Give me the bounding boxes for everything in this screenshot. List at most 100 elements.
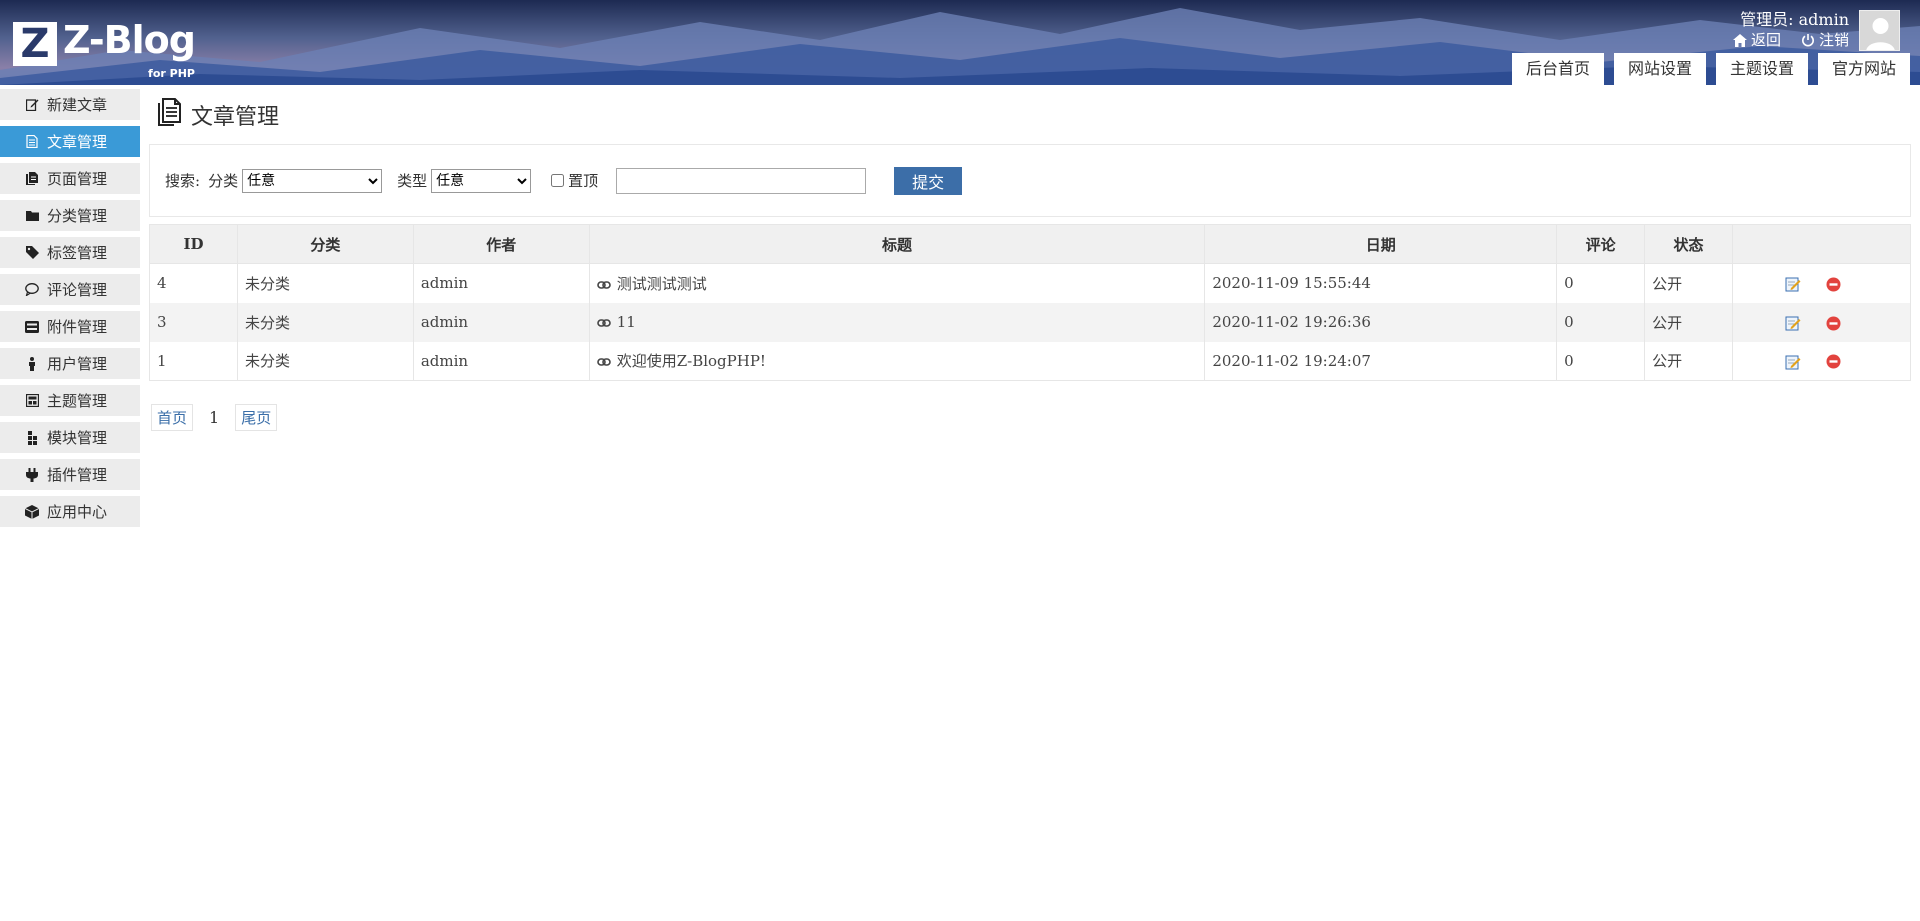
cell-status: 公开 (1644, 302, 1733, 342)
cell-id: 4 (149, 263, 238, 303)
delete-icon (1826, 316, 1841, 330)
sidebar-item-page-manage[interactable]: 页面管理 (0, 163, 140, 194)
cell-actions (1732, 341, 1911, 381)
header-title[interactable]: 标题 (588, 224, 1206, 264)
article-manage-icon (155, 98, 181, 132)
edit-button[interactable] (1785, 315, 1801, 331)
cell-id: 1 (149, 341, 238, 381)
theme-icon (25, 394, 39, 408)
zblog-logo[interactable]: Z Z-Blog for PHP (13, 21, 196, 80)
sidebar-item-label: 主题管理 (47, 392, 108, 410)
cell-status: 公开 (1644, 263, 1733, 303)
header-status[interactable]: 状态 (1644, 224, 1733, 264)
sidebar-item-category-manage[interactable]: 分类管理 (0, 200, 140, 231)
first-page-link[interactable]: 首页 (151, 404, 194, 431)
last-page-link[interactable]: 尾页 (235, 404, 278, 431)
article-table: ID 分类 作者 标题 日期 评论 状态 4 未分类 admin 测试测试测试 … (149, 224, 1911, 381)
user-icon (25, 356, 39, 371)
sidebar-item-comment-manage[interactable]: 评论管理 (0, 274, 140, 305)
sidebar-item-new-article[interactable]: 新建文章 (0, 89, 140, 120)
category-select[interactable]: 任意 (242, 168, 383, 193)
back-link[interactable]: 返回 (1732, 30, 1781, 50)
comment-icon (25, 283, 39, 297)
sidebar-item-label: 分类管理 (47, 207, 108, 225)
page-title-text: 文章管理 (191, 105, 280, 130)
table-row: 3 未分类 admin 11 2020-11-02 19:26:36 0 公开 (149, 302, 1911, 342)
cell-id: 3 (149, 302, 238, 342)
edit-icon (25, 98, 39, 112)
back-label: 返回 (1750, 31, 1781, 49)
cell-title: 欢迎使用Z-BlogPHP! (588, 341, 1206, 381)
cell-comments: 0 (1556, 302, 1646, 342)
sidebar-item-theme-manage[interactable]: 主题管理 (0, 385, 140, 416)
link-icon[interactable] (596, 280, 611, 289)
module-icon (25, 430, 39, 445)
sidebar-item-label: 附件管理 (47, 318, 108, 336)
tab-theme-settings[interactable]: 主题设置 (1715, 53, 1808, 85)
cell-author: admin (412, 341, 590, 381)
tab-site-settings[interactable]: 网站设置 (1613, 53, 1706, 85)
current-page: 1 (209, 408, 220, 427)
sticky-checkbox[interactable] (551, 174, 565, 187)
article-title-link[interactable]: 测试测试测试 (617, 275, 707, 293)
avatar[interactable] (1859, 10, 1900, 51)
article-icon (25, 135, 39, 149)
link-icon[interactable] (596, 358, 611, 367)
category-label: 分类 (208, 172, 239, 190)
type-select[interactable]: 任意 (431, 168, 532, 193)
search-label: 搜索: (165, 172, 201, 190)
logout-link[interactable]: 注销 (1801, 30, 1849, 50)
sidebar-item-article-manage[interactable]: 文章管理 (0, 126, 140, 157)
edit-button[interactable] (1785, 354, 1801, 370)
article-title-link[interactable]: 11 (617, 313, 636, 331)
cell-actions (1732, 302, 1911, 342)
pagination: 首页 1 尾页 (151, 404, 278, 431)
page-icon (25, 172, 39, 186)
header-comments[interactable]: 评论 (1556, 224, 1646, 264)
submit-button[interactable]: 提交 (894, 166, 963, 195)
sidebar-item-label: 插件管理 (47, 466, 108, 484)
page-title: 文章管理 (149, 85, 1911, 145)
header-category[interactable]: 分类 (236, 224, 414, 264)
header-actions (1732, 224, 1911, 264)
cell-category: 未分类 (236, 263, 414, 303)
plugin-icon (25, 467, 39, 482)
top-nav: 后台首页 网站设置 主题设置 官方网站 (1511, 53, 1910, 85)
cell-date: 2020-11-02 19:24:07 (1204, 341, 1558, 381)
logo-subtitle: for PHP (148, 67, 195, 80)
folder-icon (25, 209, 39, 223)
sidebar-item-app-center[interactable]: 应用中心 (0, 496, 140, 527)
cell-status: 公开 (1644, 341, 1733, 381)
edit-button[interactable] (1785, 276, 1801, 292)
logo-text: Z-Blog for PHP (63, 21, 196, 80)
header-date[interactable]: 日期 (1204, 224, 1558, 264)
sidebar-item-label: 模块管理 (47, 429, 108, 447)
cell-comments: 0 (1556, 341, 1646, 381)
delete-button[interactable] (1826, 354, 1841, 369)
delete-button[interactable] (1826, 277, 1841, 292)
header-id[interactable]: ID (149, 224, 238, 264)
sidebar: 新建文章 文章管理 页面管理 分类管理 标签管理 评论管理 附件管理 用户管理 … (0, 89, 140, 533)
logo-mark: Z (13, 22, 57, 66)
keyword-input[interactable] (616, 167, 867, 194)
sidebar-item-plugin-manage[interactable]: 插件管理 (0, 459, 140, 490)
cell-author: admin (412, 263, 590, 303)
tab-official-site[interactable]: 官方网站 (1817, 53, 1910, 85)
table-header-row: ID 分类 作者 标题 日期 评论 状态 (149, 224, 1911, 264)
cell-date: 2020-11-02 19:26:36 (1204, 302, 1558, 342)
tab-admin-home[interactable]: 后台首页 (1511, 53, 1604, 85)
sidebar-item-tag-manage[interactable]: 标签管理 (0, 237, 140, 268)
sticky-label: 置顶 (568, 172, 599, 190)
link-icon[interactable] (596, 319, 611, 327)
cell-category: 未分类 (236, 302, 414, 342)
sidebar-item-attachment-manage[interactable]: 附件管理 (0, 311, 140, 342)
header-author[interactable]: 作者 (412, 224, 590, 264)
sidebar-item-module-manage[interactable]: 模块管理 (0, 422, 140, 453)
default-avatar-icon (1866, 18, 1895, 50)
home-icon (1732, 33, 1747, 47)
article-title-link[interactable]: 欢迎使用Z-BlogPHP! (617, 352, 766, 370)
table-row: 4 未分类 admin 测试测试测试 2020-11-09 15:55:44 0… (149, 263, 1911, 303)
sidebar-item-user-manage[interactable]: 用户管理 (0, 348, 140, 379)
delete-button[interactable] (1826, 316, 1841, 331)
cell-title: 测试测试测试 (588, 263, 1206, 303)
